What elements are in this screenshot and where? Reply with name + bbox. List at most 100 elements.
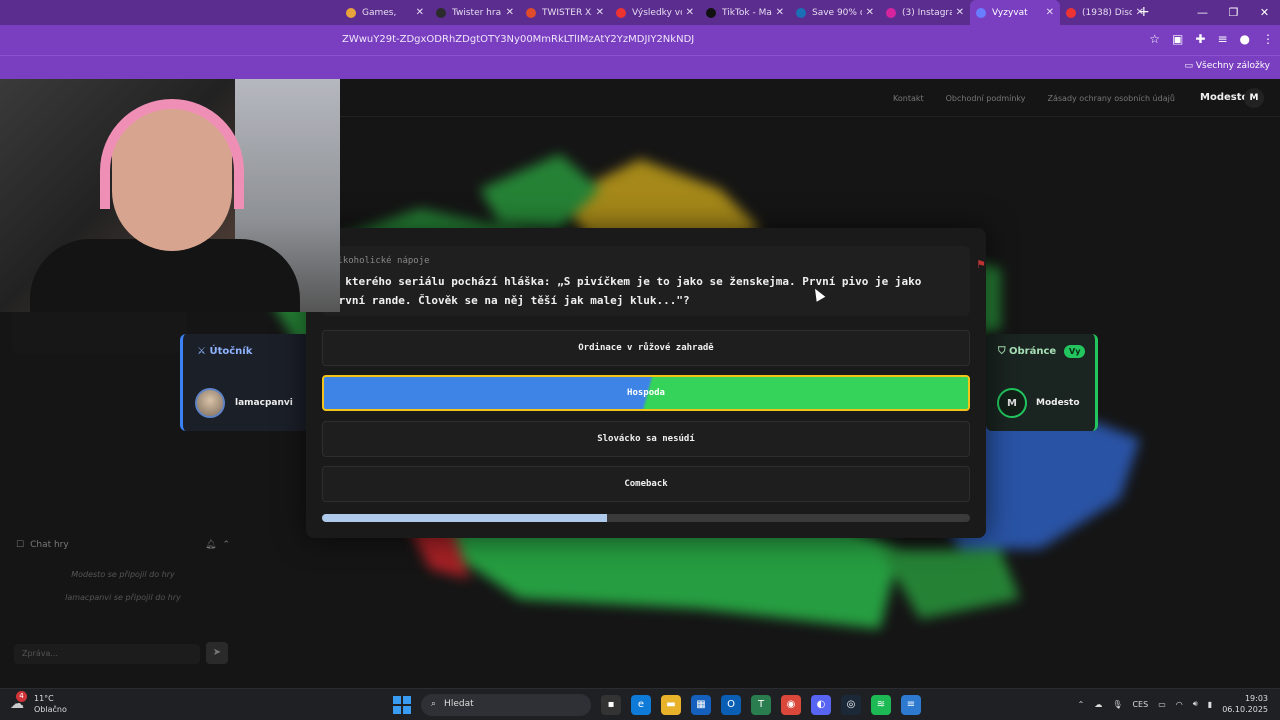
tab-close-icon[interactable]: ✕	[776, 7, 784, 18]
task-view-icon[interactable]: ▪	[601, 695, 621, 715]
extension-icon[interactable]: ▣	[1172, 32, 1183, 46]
nav-link-privacy[interactable]: Zásady ochrany osobních údajů	[1048, 94, 1175, 103]
tab-favicon-icon	[526, 7, 536, 18]
nav-link-terms[interactable]: Obchodní podmínky	[946, 94, 1026, 103]
answer-option-2[interactable]: Hospoda	[322, 375, 970, 411]
clock-time: 19:03	[1244, 694, 1268, 703]
tab-label: TWISTER XXL	[542, 7, 592, 18]
game-page: Kontakt Obchodní podmínky Zásady ochrany…	[0, 79, 1280, 688]
tab-close-icon[interactable]: ✕	[506, 7, 514, 18]
cloud-icon[interactable]: ☁	[1094, 700, 1102, 709]
answer-option-3[interactable]: Slovácko sa nesúdí	[322, 421, 970, 457]
browser-tab[interactable]: Vyzyvat ✕	[970, 0, 1060, 25]
defender-avatar: M	[997, 388, 1027, 418]
weather-temp: 11°C	[34, 694, 54, 703]
browser-tab[interactable]: (1938) Disco✕	[1060, 0, 1150, 25]
cast-icon[interactable]: ≡	[1217, 32, 1227, 46]
menu-icon[interactable]: ⋮	[1262, 32, 1274, 46]
webcam-overlay	[0, 79, 340, 312]
all-bookmarks[interactable]: ▭ Všechny záložky	[1184, 61, 1270, 71]
tab-favicon-icon	[796, 7, 806, 18]
weather-widget[interactable]: ☁ 4 11°C Oblačno	[10, 691, 67, 715]
steam-icon[interactable]: ◎	[841, 695, 861, 715]
tab-close-icon[interactable]: ✕	[956, 7, 964, 18]
taskbar-search[interactable]: ⌕ Hledat	[421, 694, 591, 716]
question-text: Z kterého seriálu pochází hláška: „S piv…	[332, 275, 922, 307]
weather-text: 11°C Oblačno	[34, 693, 67, 715]
edge-icon[interactable]: e	[631, 695, 651, 715]
outlook-icon[interactable]: O	[721, 695, 741, 715]
nav-links: Kontakt Obchodní podmínky Zásady ochrany…	[893, 94, 1175, 103]
defender-role-label: Obránce	[1008, 346, 1057, 357]
nav-avatar[interactable]: M	[1244, 88, 1264, 108]
chat-message: lamacpanvi se připojil do hry	[65, 593, 181, 602]
display-icon[interactable]: ▭	[1158, 700, 1166, 709]
flag-icon[interactable]: ⚑	[976, 258, 986, 271]
clock[interactable]: 19:03 06.10.2025	[1222, 693, 1268, 715]
timer-fill	[322, 514, 608, 522]
browser-tab[interactable]: (3) Instagram ✕	[880, 0, 970, 25]
browser-tab[interactable]: Save 90% on ✕	[790, 0, 880, 25]
minimize-icon[interactable]: —	[1187, 0, 1218, 25]
file-explorer-icon[interactable]: ▬	[661, 695, 681, 715]
discord-icon[interactable]: ◐	[811, 695, 831, 715]
close-window-icon[interactable]: ✕	[1249, 0, 1280, 25]
notepad-icon[interactable]: ≡	[901, 695, 921, 715]
teams-icon[interactable]: T	[751, 695, 771, 715]
tab-close-icon[interactable]: ✕	[1046, 7, 1054, 18]
url-field[interactable]: ZWwuY29t-ZDgxODRhZDgtOTY3Ny00MmRkLTlIMzA…	[342, 34, 694, 45]
webcam-headphones	[100, 99, 244, 209]
answer-option-1[interactable]: Ordinace v růžové zahradě	[322, 330, 970, 366]
window-controls: — ❐ ✕	[1187, 0, 1280, 25]
chat-message: Modesto se připojil do hry	[71, 570, 175, 579]
browser-tab[interactable]: Twister hra ✕	[430, 0, 520, 25]
tab-favicon-icon	[346, 7, 356, 18]
battery-icon[interactable]: ▮	[1208, 700, 1212, 709]
send-icon[interactable]: ➤	[206, 642, 228, 664]
chevron-up-icon[interactable]: ⌃	[1078, 700, 1085, 709]
game-chat: ☐ Chat hry 🔔︎ ⌃ Modesto se připojil do h…	[10, 534, 236, 674]
attacker-panel: ⚔ Útočník lamacpanvi	[180, 334, 310, 431]
defender-role: ⛉ Obránce	[998, 346, 1056, 357]
profile-icon[interactable]: ●	[1240, 32, 1250, 46]
attacker-avatar	[195, 388, 225, 418]
tab-label: Save 90% on	[812, 7, 862, 18]
store-icon[interactable]: ▦	[691, 695, 711, 715]
map-region-green-south	[880, 549, 1020, 619]
bell-icon[interactable]: 🔔︎	[205, 540, 216, 550]
nav-link-contact[interactable]: Kontakt	[893, 94, 924, 103]
spotify-icon[interactable]: ≋	[871, 695, 891, 715]
tab-close-icon[interactable]: ✕	[686, 7, 694, 18]
browser-tab[interactable]: Games, ✕	[340, 0, 430, 25]
attacker-role-label: Útočník	[209, 346, 253, 357]
chrome-icon[interactable]: ◉	[781, 695, 801, 715]
mic-icon[interactable]: 🎙︎	[1112, 700, 1122, 709]
search-icon: ⌕	[431, 699, 437, 709]
you-badge: Vy	[1064, 345, 1086, 358]
tab-close-icon[interactable]: ✕	[866, 7, 874, 18]
tab-favicon-icon	[886, 7, 896, 18]
browser-tab[interactable]: Výsledky vol ✕	[610, 0, 700, 25]
bookmarks-bar: ▭ Všechny záložky	[0, 55, 1280, 79]
puzzle-icon[interactable]: ✚	[1195, 32, 1205, 46]
answer-option-4[interactable]: Comeback	[322, 466, 970, 502]
volume-icon[interactable]: 🔊︎	[1193, 699, 1198, 709]
side-player-card	[12, 305, 187, 353]
folder-icon: ▭	[1184, 61, 1193, 71]
address-bar: ZWwuY29t-ZDgxODRhZDgtOTY3Ny00MmRkLTlIMzA…	[0, 25, 1280, 55]
tab-favicon-icon	[616, 7, 626, 18]
restore-icon[interactable]: ❐	[1218, 0, 1249, 25]
new-tab-button[interactable]: +	[1138, 4, 1150, 20]
chevron-up-icon[interactable]: ⌃	[222, 540, 230, 550]
language-indicator[interactable]: CES	[1132, 700, 1148, 709]
tab-close-icon[interactable]: ✕	[416, 7, 424, 18]
chat-bubble-icon: ☐	[16, 540, 25, 550]
tab-close-icon[interactable]: ✕	[596, 7, 604, 18]
wifi-icon[interactable]: ◠	[1176, 700, 1183, 709]
star-icon[interactable]: ☆	[1149, 32, 1160, 46]
nav-username[interactable]: Modesto	[1200, 92, 1248, 103]
chat-input[interactable]: Zpráva...	[14, 644, 200, 664]
browser-tab[interactable]: TWISTER XXL ✕	[520, 0, 610, 25]
windows-start-icon[interactable]	[393, 696, 411, 714]
browser-tab[interactable]: TikTok - Mal ✕	[700, 0, 790, 25]
